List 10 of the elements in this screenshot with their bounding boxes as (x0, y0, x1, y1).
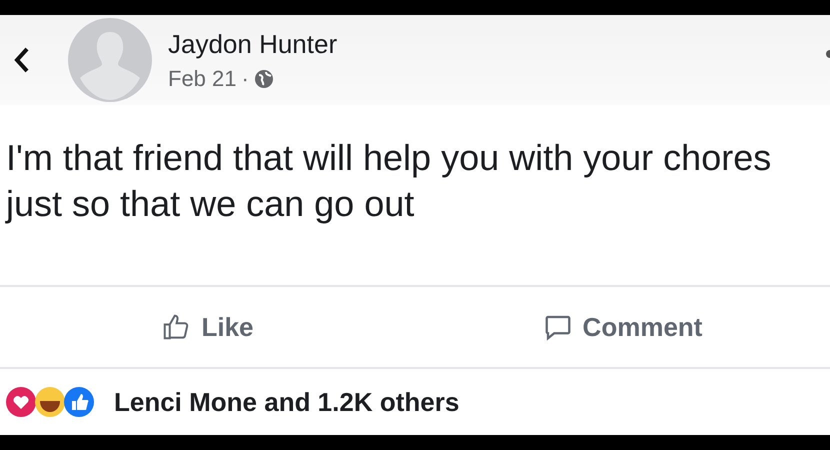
back-icon[interactable] (14, 47, 30, 73)
comment-button[interactable]: Comment (415, 287, 830, 367)
separator-dot: · (242, 66, 249, 92)
like-button[interactable]: Like (0, 287, 415, 367)
author-name[interactable]: Jaydon Hunter (168, 28, 338, 60)
reaction-summary[interactable]: Lenci Mone and 1.2K others (114, 386, 460, 418)
more-icon[interactable] (824, 49, 830, 59)
post-date: Feb 21 (168, 66, 236, 92)
post-text: I'm that friend that will help you with your chores just so that we can go out (6, 136, 772, 226)
globe-icon (254, 68, 274, 88)
